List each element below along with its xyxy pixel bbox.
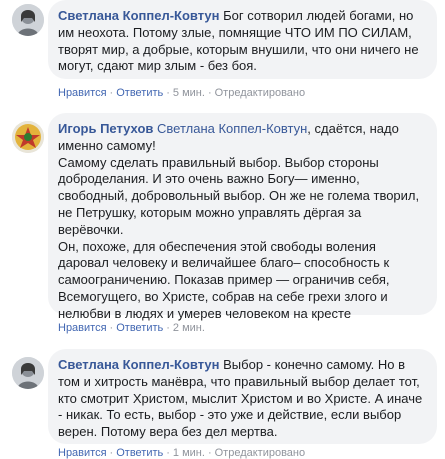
comment-line: не Петрушку, которым можно управлять дёр… — [58, 204, 362, 220]
comment-text: Светлана Коппел-Ковтун Выбор - конечно с… — [58, 357, 427, 441]
comment-line: самоограничению. Показав пример — ограни… — [58, 272, 390, 288]
comment-text: Светлана Коппел-Ковтун Бог сотворил люде… — [58, 8, 427, 75]
timestamp[interactable]: 5 мин. — [173, 87, 205, 99]
edited-label[interactable]: Отредактировано — [215, 87, 306, 99]
avatar[interactable] — [12, 121, 44, 153]
comment-actions: Нравится · Ответить · 2 мин. — [58, 322, 205, 334]
avatar[interactable] — [12, 357, 44, 389]
like-link[interactable]: Нравится — [58, 322, 107, 334]
comment-line: верёвочки. — [58, 221, 124, 237]
comment-line: творят мир, а добрые, которым внушили, ч… — [58, 41, 419, 57]
like-link[interactable]: Нравится — [58, 87, 107, 99]
avatar-svetlana-icon — [12, 4, 44, 36]
avatar[interactable] — [12, 4, 44, 36]
avatar-igor-icon — [12, 121, 44, 153]
comment-line: Он, похоже, для обеспечения этой свободы… — [58, 238, 376, 254]
comment-bubble: Светлана Коппел-Ковтун Выбор - конечно с… — [48, 349, 437, 444]
comment-actions: Нравится · Ответить · 5 мин. · Отредактировано — [58, 87, 306, 99]
comment-line: Всемогущего, во Христе, собрав на себе г… — [58, 288, 388, 304]
comment-author[interactable]: Светлана Коппел-Ковтун — [58, 357, 220, 372]
comment-actions: Нравится · Ответить · 1 мин. · Отредактировано — [58, 447, 306, 459]
comment-bubble: Светлана Коппел-Ковтун Бог сотворил люде… — [48, 0, 437, 79]
comment-line: нелюбви в людях и умерев человеком на кр… — [58, 305, 352, 321]
avatar-svetlana-icon — [12, 357, 44, 389]
comment-line: , сдаётся, надо — [307, 121, 399, 136]
comment-line: Самому сделать правильный выбор. Выбор с… — [58, 154, 379, 170]
comment-bubble: Игорь Петухов Светлана Коппел-Ковтун, сд… — [48, 113, 437, 321]
comment-line: свободный, добровольный выбор. Он же не … — [58, 188, 420, 204]
timestamp[interactable]: 2 мин. — [173, 322, 205, 334]
comment-line: том и хитрость манёвра, что правильный в… — [58, 373, 420, 389]
comment-line: - никак. То есть, выбор - это уже и дейс… — [58, 407, 402, 423]
reply-link[interactable]: Ответить — [116, 447, 163, 459]
comment-line: верен. Потому вера без дел мертва. — [58, 424, 278, 440]
comment-text: Игорь Петухов Светлана Коппел-Ковтун, сд… — [58, 121, 427, 323]
comment-line: кто смотрит Христом, мыслит Христом и во… — [58, 390, 423, 406]
comment-line: могут, сдают мир злым - без боя. — [58, 58, 257, 74]
edited-label[interactable]: Отредактировано — [215, 447, 306, 459]
comment-line: добpоделания. И это очень важно Богу— им… — [58, 171, 360, 187]
timestamp[interactable]: 1 мин. — [173, 447, 205, 459]
comment-line: Бог сотворил людей богами, но — [223, 8, 414, 23]
reply-link[interactable]: Ответить — [116, 322, 163, 334]
reply-link[interactable]: Ответить — [116, 87, 163, 99]
comment-line: Выбор - конечно самому. Но в — [223, 357, 405, 372]
comment-line: даровал человеку и величайшее благо– спо… — [58, 255, 390, 271]
comment-line: им неохота. Потому злые, помнящие ЧТО ИМ… — [58, 24, 412, 40]
mention-link[interactable]: Светлана Коппел-Ковтун — [157, 121, 307, 136]
comment-author[interactable]: Игорь Петухов — [58, 121, 153, 136]
comment-line: именно самому! — [58, 137, 156, 153]
like-link[interactable]: Нравится — [58, 447, 107, 459]
comment-author[interactable]: Светлана Коппел-Ковтун — [58, 8, 220, 23]
